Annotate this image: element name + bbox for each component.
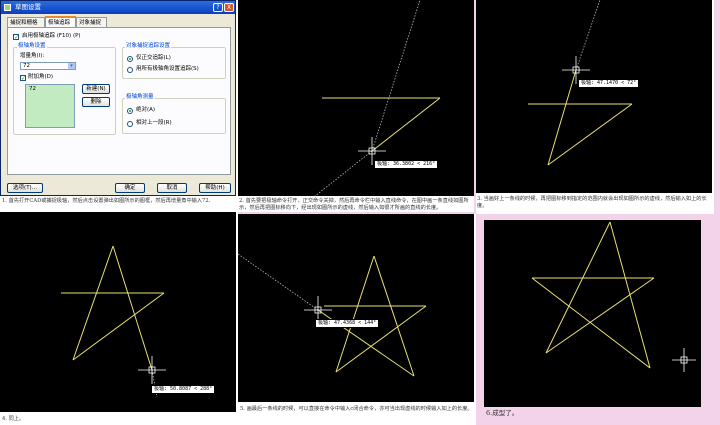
step5-caption: 5. 画最后一条线的时候，可以直接在命令中输入c闭合命令，亦可当出现虚线的时候输…	[240, 406, 473, 412]
relative-label: 相对上一段(R)	[136, 120, 172, 126]
drawn-line	[545, 277, 655, 354]
drafting-settings-dialog: 草图设置 ? X 捕捉和栅格 极轴追踪 对象捕捉 ✓ 启用极轴追踪 (F10) …	[0, 0, 236, 196]
enable-polar-label: 启用极轴追踪 (F10) (P)	[22, 33, 81, 39]
additional-angle-checkbox[interactable]: ✓	[20, 75, 26, 82]
ok-button[interactable]: 确定	[115, 183, 145, 193]
tab-object-snap[interactable]: 对象捕捉	[76, 17, 107, 27]
increment-label: 增量角(I):	[20, 53, 45, 59]
step2-panel: 极轴: 36.3802 < 216° 2. 首先要把极轴命令打开，正交命令关掉，…	[238, 0, 474, 212]
step4-panel: 极轴: 50.8087 < 288° 4. 同上。	[0, 212, 238, 425]
step2-caption: 2. 首先要把极轴命令打开，正交命令关掉，然后再命令栏中输入直线命令，在图中画一…	[239, 198, 469, 211]
drawn-line	[335, 255, 375, 373]
step1-caption: 1. 首先打开CAD或捕捉极轴，然后点击设置弹出如图所示的图框，然后再增量角中输…	[2, 198, 211, 204]
chevron-down-icon[interactable]: ▾	[68, 63, 75, 69]
drawing-canvas[interactable]: 极轴: 36.3802 < 216°	[238, 0, 474, 196]
absolute-radio[interactable]	[127, 108, 133, 114]
polar-tooltip: 极轴: 36.3802 < 216°	[374, 160, 439, 169]
measure-group	[122, 98, 226, 134]
list-item[interactable]: 72	[29, 86, 36, 93]
step3-panel: 极轴: 47.1470 < 72° 3. 当画好上一条线的时候，再把图标移到指定…	[476, 0, 714, 214]
step3-caption: 3. 当画好上一条线的时候，再把图标移到指定的范围内就会出现如图所示的虚线，然后…	[477, 196, 707, 209]
polar-angle-group-title: 极轴角设置	[17, 43, 47, 50]
dialog-title: 草图设置	[15, 3, 41, 11]
tracking-dashed-line	[314, 150, 373, 196]
drawn-line	[545, 221, 611, 354]
all-polar-label: 用所有极轴角设置追踪(S)	[136, 66, 199, 72]
drawn-line	[531, 277, 651, 369]
step1-panel: 草图设置 ? X 捕捉和栅格 极轴追踪 对象捕捉 ✓ 启用极轴追踪 (F10) …	[0, 0, 238, 212]
increment-select[interactable]: 72 ▾	[20, 62, 76, 70]
polar-tooltip: 极轴: 47.4368 < 144°	[315, 319, 380, 328]
crosshair-icon	[138, 356, 166, 384]
tracking-dashed-line	[371, 0, 421, 152]
options-button[interactable]: 选项(T)...	[7, 183, 43, 193]
relative-radio[interactable]	[127, 121, 133, 127]
measure-group-title: 极轴角测量	[125, 94, 155, 101]
help-icon[interactable]: ?	[213, 3, 223, 12]
snap-tracking-group	[122, 47, 226, 79]
help-button[interactable]: 帮助(H)	[199, 183, 231, 193]
drawn-line	[72, 292, 165, 361]
drawn-line	[609, 221, 651, 369]
ortho-only-label: 仅正交追踪(L)	[136, 55, 171, 61]
step6-caption: 6.成型了。	[486, 409, 519, 417]
new-button[interactable]: 新建(N)	[82, 84, 110, 94]
increment-value: 72	[23, 63, 30, 69]
snap-tracking-group-title: 对象捕捉追踪设置	[125, 43, 172, 50]
additional-angle-list[interactable]: 72	[25, 84, 75, 128]
step5-drawing	[238, 253, 427, 377]
step6-drawing	[531, 221, 696, 372]
polar-tooltip: 极轴: 47.1470 < 72°	[578, 79, 640, 88]
absolute-label: 绝对(A)	[136, 107, 156, 113]
rubber-band-line	[547, 69, 577, 166]
step5-panel: 极轴: 47.4368 < 144° 5. 画最后一条线的时候，可以直接在命令中…	[238, 214, 476, 425]
tracking-dashed-line	[238, 253, 319, 311]
polar-tooltip: 极轴: 50.8087 < 288°	[151, 385, 216, 394]
additional-angle-label: 附加角(D)	[28, 74, 54, 80]
close-icon[interactable]: X	[224, 3, 234, 12]
rubber-band-line	[112, 245, 153, 371]
all-polar-radio[interactable]	[127, 67, 133, 73]
enable-polar-checkbox[interactable]: ✓	[13, 34, 19, 41]
rubber-band-line	[371, 97, 441, 152]
drawing-canvas[interactable]: 极轴: 50.8087 < 288°	[0, 212, 236, 412]
step4-caption: 4. 同上。	[2, 416, 25, 422]
app-icon	[4, 4, 11, 11]
crosshair-icon	[672, 348, 696, 372]
polar-tab-page: ✓ 启用极轴追踪 (F10) (P) 极轴角设置 增量角(I): 72 ▾ ✓ …	[7, 27, 231, 175]
delete-button[interactable]: 删除	[82, 97, 110, 107]
dialog-titlebar: 草图设置 ? X	[1, 1, 235, 14]
drawn-line	[335, 305, 427, 373]
ortho-only-radio[interactable]	[127, 56, 133, 62]
step6-panel: 6.成型了。	[484, 220, 706, 425]
tab-snap-grid[interactable]: 捕捉和栅格	[7, 17, 45, 27]
drawn-line	[72, 245, 114, 361]
drawing-canvas[interactable]: 极轴: 47.1470 < 72°	[476, 0, 712, 193]
step3-drawing	[528, 0, 633, 166]
cancel-button[interactable]: 取消	[157, 183, 187, 193]
drawn-line	[547, 103, 633, 166]
drawing-canvas[interactable]	[484, 220, 701, 407]
step4-drawing	[61, 245, 166, 398]
drawing-canvas[interactable]: 极轴: 47.4368 < 144°	[238, 214, 474, 402]
drawn-line	[373, 255, 415, 377]
tracking-dashed-line	[575, 0, 601, 71]
step2-drawing	[314, 0, 441, 196]
